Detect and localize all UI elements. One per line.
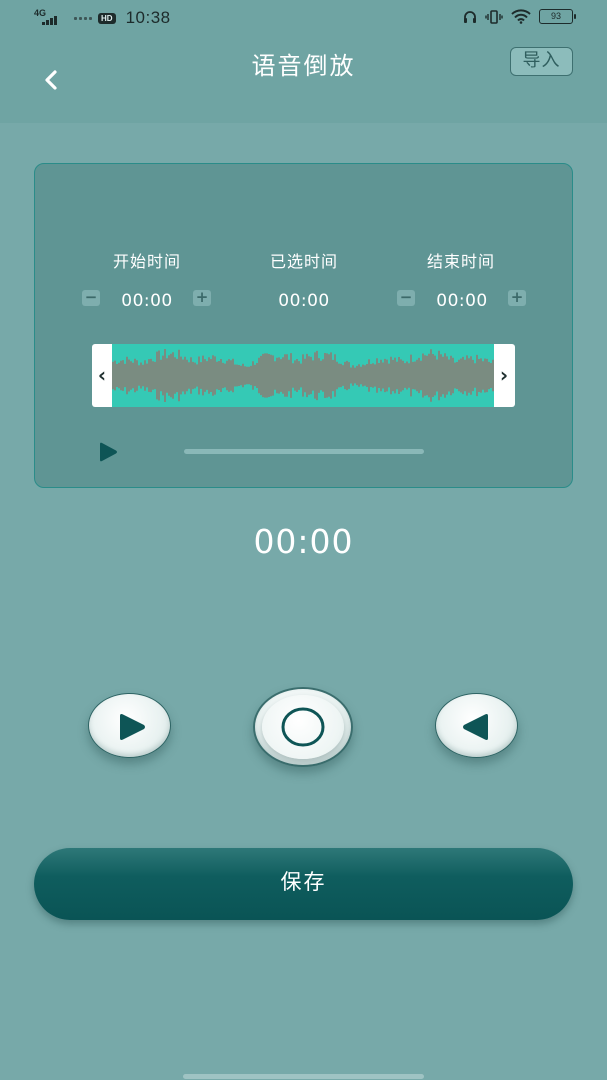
play-icon: [100, 442, 117, 462]
second-signal-icon: [74, 16, 92, 20]
trim-panel: 开始时间 已选时间 结束时间 − 00:00 + 00:00 − 00:00 +…: [34, 163, 573, 488]
preview-progress-bar[interactable]: [184, 449, 424, 454]
app-header: 4G HD 10:38 93 语音倒放 导入: [0, 0, 607, 123]
left-trim-handle[interactable]: ‹: [92, 344, 112, 407]
battery-icon: 93: [539, 9, 576, 24]
record-circle-icon: [281, 707, 325, 747]
hd-badge: HD: [98, 12, 116, 24]
record-button[interactable]: [253, 687, 353, 767]
reverse-play-icon: [463, 714, 488, 740]
import-button[interactable]: 导入: [510, 47, 573, 76]
record-button-face: [262, 695, 344, 759]
play-button[interactable]: [88, 693, 171, 758]
start-time-label: 开始时间: [112, 252, 181, 271]
wifi-icon: [511, 9, 531, 24]
play-icon: [120, 714, 145, 740]
headphones-icon: [464, 10, 476, 23]
status-time: 10:38: [125, 8, 171, 27]
start-time-value: 00:00: [121, 291, 173, 311]
end-plus-button[interactable]: +: [508, 290, 526, 306]
selected-time-value: 00:00: [278, 291, 330, 311]
vibrate-icon: [485, 9, 503, 24]
reverse-play-button[interactable]: [435, 693, 518, 758]
status-bar: 4G HD 10:38 93: [0, 0, 607, 36]
save-button[interactable]: 保存: [34, 848, 573, 920]
playback-time: 00:00: [253, 522, 354, 561]
end-time-label: 结束时间: [426, 252, 495, 271]
right-trim-handle[interactable]: ›: [494, 344, 514, 407]
selected-time-label: 已选时间: [269, 252, 338, 271]
waveform-selector: ‹ ›: [92, 344, 515, 407]
waveform[interactable]: [112, 344, 494, 407]
home-indicator[interactable]: [183, 1074, 424, 1079]
waveform-graphic: [112, 349, 494, 402]
cell-signal-icon: 4G: [34, 8, 62, 26]
status-right: 93: [463, 9, 576, 24]
preview-play-button[interactable]: [97, 442, 119, 462]
start-plus-button[interactable]: +: [193, 290, 211, 306]
status-left: 4G HD 10:38: [34, 8, 171, 28]
end-time-value: 00:00: [436, 291, 488, 311]
